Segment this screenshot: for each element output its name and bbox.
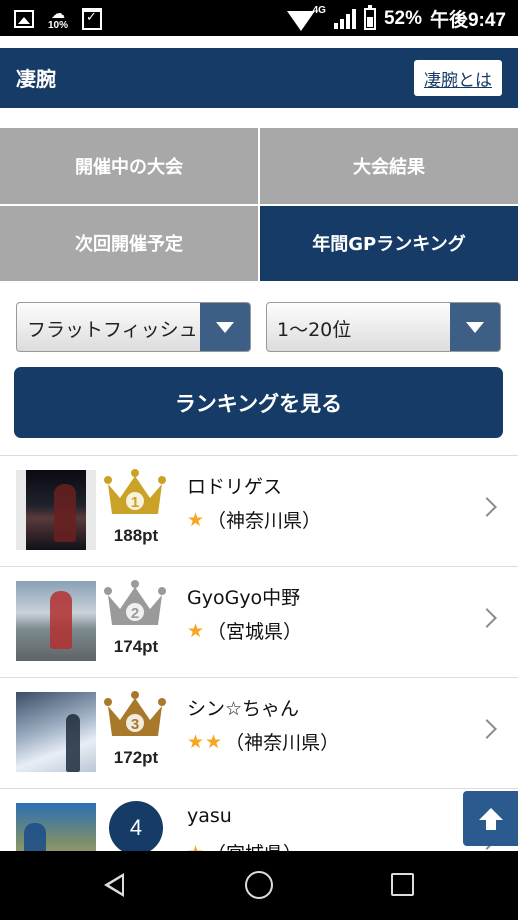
catch-photo [16,581,96,661]
angler-name: GyoGyo中野 [187,587,301,609]
chevron-right-icon [477,719,497,739]
chevron-right-icon [477,608,497,628]
page-title: 凄腕 [16,67,56,91]
chevron-right-icon [477,497,497,517]
battery-level: 52% [383,7,422,29]
rank-range-select-value: 1〜20位 [277,319,352,341]
prefecture: （宮城県） [207,839,302,851]
angler-meta: ★ （神奈川県） [187,506,321,533]
catch-photo [16,803,96,851]
clipboard-check-icon [82,8,103,30]
ranking-row[interactable]: 1 188pt ロドリゲス ★ （神奈川県） [0,456,518,567]
wifi-icon [286,10,315,31]
rank-range-dropdown-button[interactable] [450,303,500,351]
star-rating: ★★ [187,730,224,753]
status-bar: ☁ 10% 4G 52% 午後9:47 [0,0,518,36]
weather-precip: 10% [48,20,69,31]
catch-photo [16,692,96,772]
star-rating: ★ [187,508,206,531]
bronze-crown-icon: 3 [104,691,166,736]
chevron-down-icon [216,321,234,333]
crown-rank-2: 2 [131,605,139,622]
network-type: 4G [312,5,326,16]
angler-photo [16,692,96,772]
recent-apps-icon[interactable] [391,873,414,896]
tab-upcoming[interactable]: 次回開催予定 [0,205,258,281]
gallery-icon [14,10,34,28]
category-select[interactable]: フラットフィッシュ [16,302,251,352]
angler-name: ロドリゲス [187,476,283,498]
rank-badge: 4 [109,801,163,851]
tab-results[interactable]: 大会結果 [260,128,518,204]
system-navigation-bar [0,851,518,920]
angler-name: シン☆ちゃん [187,698,300,720]
view-ranking-button[interactable]: ランキングを見る [14,367,503,438]
angler-name: yasu [187,805,232,827]
silver-crown-icon: 2 [104,580,166,625]
tab-ongoing[interactable]: 開催中の大会 [0,128,258,204]
angler-meta: ★★ （神奈川県） [187,728,339,755]
angler-meta: ★ （宮城県） [187,839,302,852]
ranking-row[interactable]: 2 174pt GyoGyo中野 ★ （宮城県） [0,567,518,678]
ranking-list: 1 188pt ロドリゲス ★ （神奈川県） 2 174pt GyoGyo中野 … [0,455,518,851]
points: 188pt [113,526,159,545]
category-select-value: フラットフィッシュ [27,319,198,341]
notification-icons: ☁ 10% [14,7,103,31]
signal-icon [333,8,356,29]
about-link[interactable]: 凄腕とは [414,60,502,96]
points: 174pt [113,637,159,656]
star-rating: ★ [187,619,206,642]
crown-rank-1: 1 [131,494,139,511]
angler-photo [16,470,96,550]
cloud-icon: ☁ [51,6,65,22]
crown-rank-3: 3 [131,716,139,733]
gold-crown-icon: 1 [104,469,166,514]
category-dropdown-button[interactable] [200,303,250,351]
angler-meta: ★ （宮城県） [187,617,302,644]
back-icon[interactable] [104,873,124,897]
ranking-row[interactable]: 3 172pt シン☆ちゃん ★★ （神奈川県） [0,678,518,789]
rank-range-select[interactable]: 1〜20位 [266,302,501,352]
prefecture: （宮城県） [207,621,303,643]
angler-photo [16,581,96,661]
clock: 午後9:47 [429,10,506,31]
arrow-up-icon [478,807,503,830]
weather-icon: ☁ 10% [48,7,68,31]
system-status: 4G 52% 午後9:47 [286,4,506,32]
tab-annual-gp-ranking[interactable]: 年間GPランキング [260,205,518,281]
app-header: 凄腕 凄腕とは [0,48,518,108]
ranking-row[interactable]: 4 yasu ★ （宮城県） [0,789,518,851]
prefecture: （神奈川県） [225,732,340,754]
battery-icon [363,4,376,30]
catch-photo [26,470,86,550]
chevron-down-icon [466,321,484,333]
star-rating: ★ [187,842,205,852]
angler-photo [16,803,96,851]
prefecture: （神奈川県） [207,510,322,532]
scroll-to-top-button[interactable] [463,791,518,846]
tab-grid: 開催中の大会 大会結果 次回開催予定 年間GPランキング [0,128,518,281]
home-icon[interactable] [245,871,273,899]
points: 172pt [113,748,159,767]
